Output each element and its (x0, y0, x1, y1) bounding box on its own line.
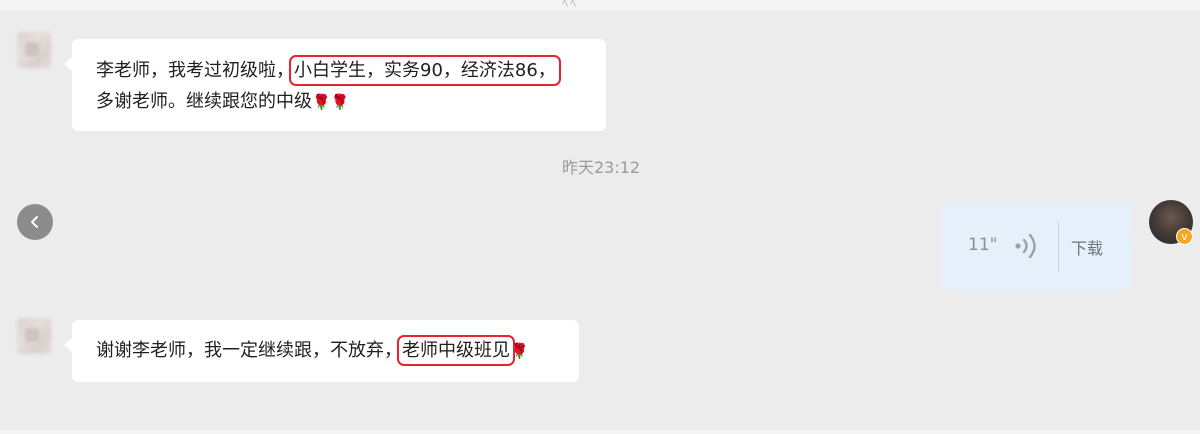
top-bar-glyph: ﾍﾍ (562, 0, 579, 10)
highlighted-text: 老师中级班见 (397, 335, 515, 366)
voice-divider (1058, 222, 1059, 272)
message-bubble: 谢谢李老师，我一定继续跟，不放弃，老师中级班见🌹 (64, 320, 579, 382)
voice-duration: 11" (968, 235, 998, 255)
back-button[interactable] (17, 204, 53, 240)
voice-message-bubble[interactable]: 11" 下载 (941, 202, 1139, 290)
message-text: 李老师，我考过初级啦， (96, 60, 294, 81)
bottom-bar (0, 430, 1200, 434)
message-line: 谢谢李老师，我一定继续跟，不放弃，老师中级班见🌹 (96, 335, 555, 367)
rose-icon: 🌹 (510, 342, 529, 360)
message-line: 多谢老师。继续跟您的中级🌹🌹 (96, 86, 582, 118)
download-button[interactable]: 下载 (1071, 235, 1103, 259)
chevron-left-icon (31, 216, 38, 228)
message-line: 李老师，我考过初级啦，小白学生，实务90，经济法86， (96, 55, 582, 86)
verified-badge-icon: v (1176, 228, 1193, 245)
voice-wave-icon[interactable] (1013, 232, 1045, 260)
timestamp: 昨天23:12 (562, 158, 641, 177)
highlighted-text: 小白学生，实务90，经济法86， (289, 55, 561, 86)
message-bubble: 李老师，我考过初级啦，小白学生，实务90，经济法86， 多谢老师。继续跟您的中级… (64, 39, 606, 131)
message-text: 多谢老师。继续跟您的中级 (96, 91, 312, 112)
message-text: 谢谢李老师，我一定继续跟，不放弃， (96, 340, 402, 361)
sender-avatar[interactable] (17, 318, 51, 354)
rose-icon: 🌹🌹 (312, 93, 350, 111)
top-bar: ﾍﾍ (0, 0, 1200, 10)
sender-avatar[interactable] (17, 32, 51, 68)
